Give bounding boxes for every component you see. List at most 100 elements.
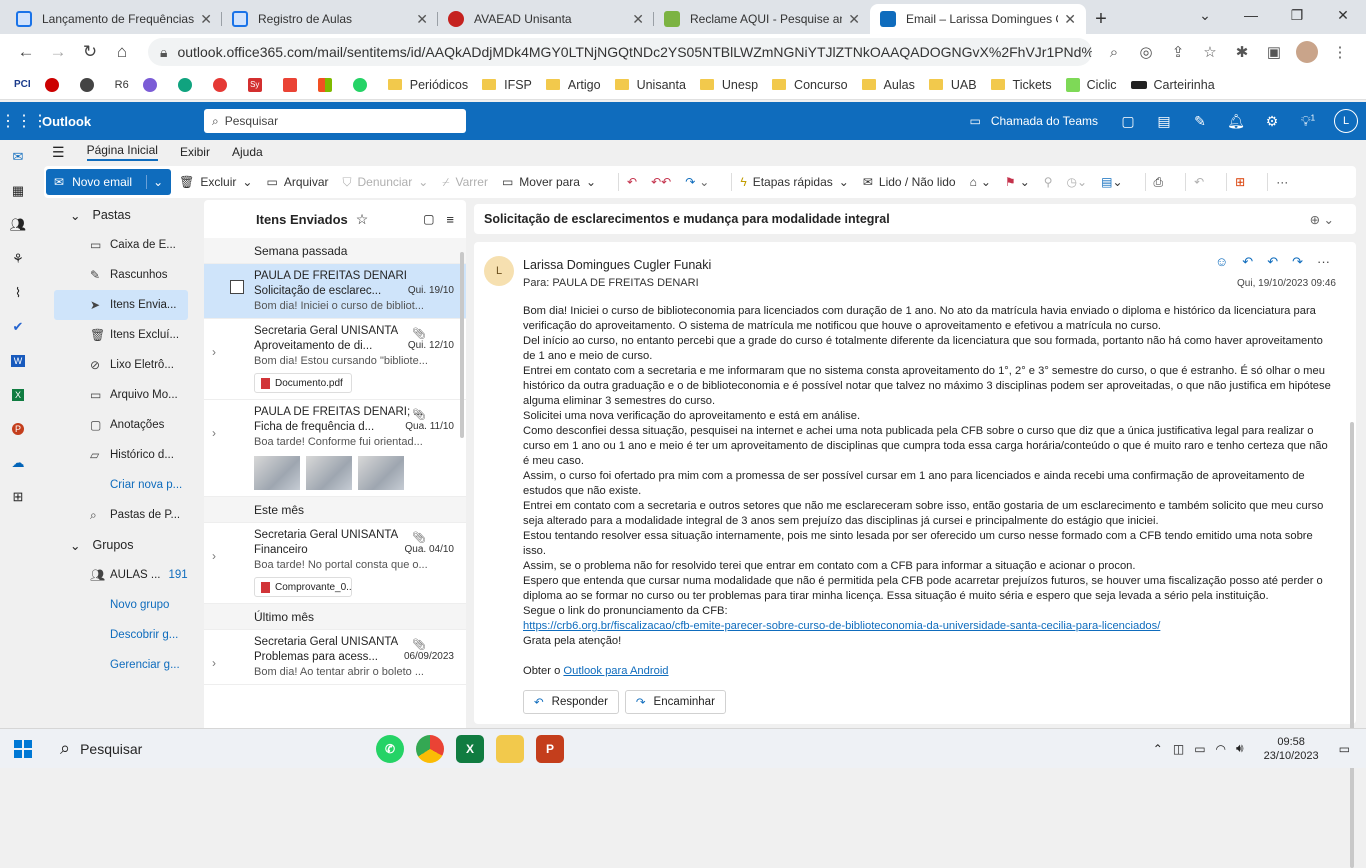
chevron-up-icon[interactable]: ⌃ (1153, 742, 1163, 756)
read-unread-button[interactable]: ✉ Lido / Não lido (863, 175, 956, 189)
wifi-icon[interactable]: ◠ (1216, 742, 1226, 756)
windows-start-icon[interactable] (0, 739, 46, 758)
browser-tab[interactable]: Lançamento de Frequências ✕ (6, 4, 222, 34)
extensions-icon[interactable]: ✱ (1226, 43, 1258, 61)
home-icon[interactable]: ⌂ (106, 42, 138, 62)
share-icon[interactable]: ⇪ (1162, 43, 1194, 61)
image-thumbnail[interactable] (306, 456, 352, 490)
sender-name[interactable]: Larissa Domingues Cugler Funaki (523, 258, 711, 272)
menu-icon[interactable]: ⋮ (1324, 43, 1356, 61)
list-item[interactable]: PAULA DE FREITAS DENARI Solicitação de e… (204, 264, 466, 319)
undo-button[interactable]: ↶ (1194, 175, 1204, 189)
more-icon[interactable]: ··· (1317, 254, 1330, 270)
bookmark-sy[interactable]: Sy (247, 77, 269, 92)
folder-junk[interactable]: ⊘ Lixo Eletrô... (44, 350, 196, 380)
outlook-android-link[interactable]: Outlook para Android (563, 665, 668, 677)
groups-header[interactable]: ⌄ Grupos (44, 530, 196, 560)
forward-icon[interactable]: → (42, 42, 74, 62)
volume-icon[interactable]: 🔊︎ (1236, 741, 1244, 756)
cfb-link[interactable]: https://crb6.org.br/fiscalizacao/cfb-emi… (523, 620, 1160, 632)
quick-steps-button[interactable]: ϟ Etapas rápidas ⌄ (740, 175, 848, 189)
delete-button[interactable]: 🗑︎ Excluir ⌄ (179, 175, 252, 189)
people-icon[interactable]: 👥︎ (0, 208, 36, 242)
notifications-icon[interactable]: ▭ (1339, 742, 1350, 756)
browser-tab[interactable]: Reclame AQUI - Pesquise an ✕ (654, 4, 870, 34)
excel-icon[interactable]: X (456, 734, 484, 763)
profile-avatar[interactable] (1296, 41, 1318, 63)
excel-icon[interactable]: X (0, 378, 36, 412)
close-window-icon[interactable]: ✕ (1320, 0, 1366, 30)
reply-button[interactable]: ↶ Responder (523, 690, 619, 714)
clock[interactable]: 09:58 23/10/2023 (1264, 735, 1319, 763)
categorize-button[interactable]: ⌂ ⌄ (970, 175, 991, 189)
reply-icon[interactable]: ↶ (1242, 254, 1253, 270)
forward-button[interactable]: ↷ ⌄ (685, 175, 709, 189)
archive-button[interactable]: ▭ Arquivar (266, 175, 328, 189)
manage-groups-link[interactable]: Gerenciar g... (44, 650, 196, 680)
app-launcher-icon[interactable]: ⋮⋮⋮ (0, 111, 48, 131)
bookmark-folder-ifsp[interactable]: IFSP (482, 78, 532, 92)
sweep-button[interactable]: ⌿ Varrer (442, 175, 488, 190)
chevron-right-icon[interactable]: › (212, 549, 216, 563)
bookmark-folder-unesp[interactable]: Unesp (699, 78, 758, 92)
favorite-star-icon[interactable]: ☆ (356, 211, 369, 228)
pin-button[interactable]: ⚲ (1044, 175, 1053, 189)
chevron-down-icon[interactable]: ⌄ (146, 175, 163, 189)
teams-call-button[interactable]: ▭ Chamada do Teams (969, 114, 1098, 128)
bookmark-folder-concurso[interactable]: Concurso (772, 78, 848, 92)
powerpoint-icon[interactable]: P (0, 412, 36, 446)
image-thumbnail[interactable] (358, 456, 404, 490)
file-explorer-icon[interactable] (496, 734, 524, 763)
groups-icon[interactable]: ⚘ (0, 242, 36, 276)
chat-icon[interactable]: ▢ (1110, 113, 1146, 130)
collapse-pane-icon[interactable]: ☰ (52, 144, 65, 161)
bookmark[interactable] (142, 77, 164, 92)
folder-sent-items[interactable]: ➤ Itens Envia... (54, 290, 188, 320)
bell-icon[interactable]: 🔔︎ (1218, 113, 1254, 130)
bookmark-r6[interactable]: R6 (115, 79, 129, 91)
sender-avatar[interactable]: L (484, 256, 514, 286)
bookmark-folder-aulas[interactable]: Aulas (861, 78, 915, 92)
bookmark-folder-periodicos[interactable]: Periódicos (387, 78, 468, 92)
bookmark[interactable] (212, 77, 234, 92)
new-mail-button[interactable]: ✉ Novo email ⌄ (46, 169, 172, 195)
reply-all-button[interactable]: ↶↶ (651, 175, 671, 189)
bookmark-star-icon[interactable]: ☆ (1194, 43, 1226, 61)
back-icon[interactable]: ← (10, 42, 42, 62)
group-aulas[interactable]: 👥︎ AULAS ... 191 (44, 560, 196, 590)
calendar-icon[interactable]: ▦ (0, 174, 36, 208)
bookmark[interactable] (79, 77, 101, 92)
reload-icon[interactable]: ↻ (74, 42, 106, 62)
folder-history[interactable]: ▱ Histórico d... (44, 440, 196, 470)
tab-search-icon[interactable]: ⌄ (1182, 0, 1228, 30)
move-to-button[interactable]: ▭ Mover para ⌄ (502, 175, 596, 189)
filter-icon[interactable]: ≡ (446, 212, 454, 227)
chrome-icon[interactable] (416, 734, 444, 763)
emoji-icon[interactable]: ☺ (1215, 254, 1228, 270)
taskbar-search[interactable]: ⌕ Pesquisar (46, 738, 326, 759)
outlook-brand[interactable]: Outlook (42, 114, 204, 129)
bookmark-ciclic[interactable]: Ciclic (1065, 77, 1117, 92)
user-avatar[interactable]: L (1334, 109, 1358, 133)
reply-button[interactable]: ↶ (627, 175, 637, 189)
bookmark-folder-artigo[interactable]: Artigo (545, 78, 601, 92)
bookmark-folder-unisanta[interactable]: Unisanta (614, 78, 686, 92)
forward-button[interactable]: ↷ Encaminhar (624, 690, 726, 714)
discover-groups-link[interactable]: Descobrir g... (44, 620, 196, 650)
attachment-icon[interactable]: ⌇ (0, 276, 36, 310)
list-item[interactable]: › 📎︎ Secretaria Geral UNISANTA Problemas… (204, 630, 466, 685)
onenote-icon[interactable]: ▤ (1146, 113, 1182, 130)
image-thumbnail[interactable] (254, 456, 300, 490)
folder-archive[interactable]: ▭ Arquivo Mo... (44, 380, 196, 410)
snooze-button[interactable]: ◷ ⌄ (1067, 175, 1088, 189)
browser-tab-active[interactable]: Email – Larissa Domingues C ✕ (870, 4, 1086, 34)
bookmark[interactable] (317, 77, 339, 92)
restore-icon[interactable]: ❐ (1274, 0, 1320, 30)
onedrive-icon[interactable]: ☁ (0, 446, 36, 480)
bookmark-carteirinha[interactable]: Carteirinha (1130, 78, 1215, 92)
new-group-link[interactable]: Novo grupo (44, 590, 196, 620)
browser-tab[interactable]: AVAEAD Unisanta ✕ (438, 4, 654, 34)
bookmark-folder-uab[interactable]: UAB (928, 78, 977, 92)
flag-button[interactable]: ⚑ ⌄ (1005, 175, 1030, 189)
apps-button[interactable]: ⊞ (1235, 175, 1245, 189)
